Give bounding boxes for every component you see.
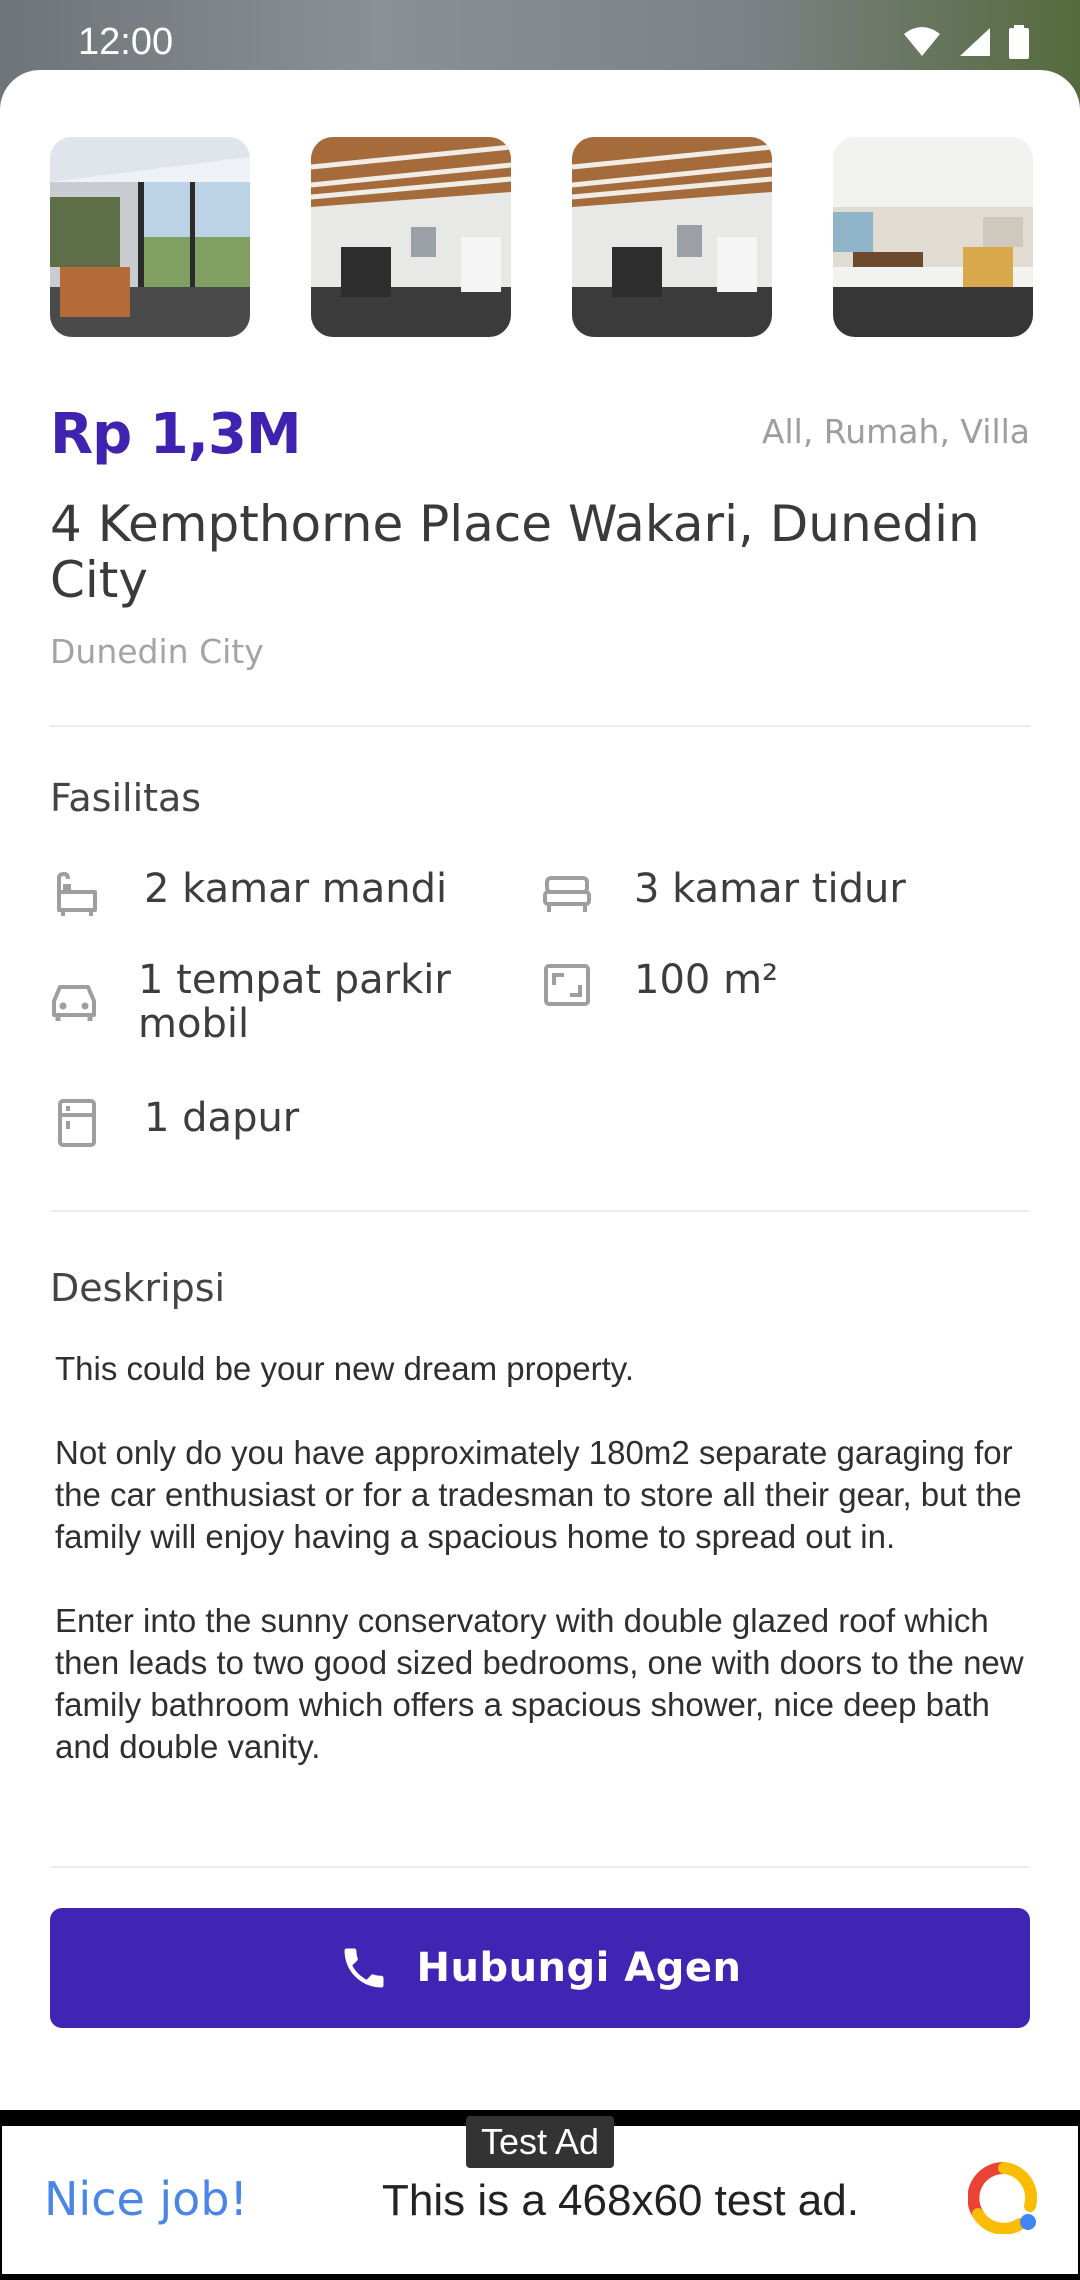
status-bar: 12:00 <box>0 0 1080 84</box>
facility-label: 3 kamar tidur <box>634 866 906 912</box>
divider <box>50 1210 1030 1212</box>
bed-icon <box>540 867 594 921</box>
kitchen-dining-photo <box>833 137 1033 337</box>
description-text: This could be your new dream property. N… <box>55 1348 1035 1810</box>
listing-price: Rp 1,3M <box>50 402 302 467</box>
description-paragraph: Not only do you have approximately 180m2… <box>55 1434 1022 1555</box>
wifi-icon <box>904 27 940 56</box>
description-heading: Deskripsi <box>50 1266 226 1310</box>
property-detail-sheet: Rp 1,3M All, Rumah, Villa 4 Kempthorne P… <box>0 70 1080 2110</box>
status-time: 12:00 <box>78 20 174 63</box>
description-paragraph: Enter into the sunny conservatory with d… <box>55 1602 1024 1765</box>
contact-agent-button[interactable]: Hubungi Agen <box>50 1908 1030 2028</box>
facility-item: 100 m² <box>540 958 1030 1012</box>
gallery-thumbnail[interactable] <box>833 137 1033 337</box>
kitchen-icon <box>50 1096 104 1150</box>
description-paragraph: This could be your new dream property. <box>55 1350 634 1387</box>
facility-label: 1 dapur <box>144 1095 300 1141</box>
listing-title: 4 Kempthorne Place Wakari, Dunedin City <box>50 495 980 609</box>
divider <box>50 725 1030 727</box>
gallery-thumbnail[interactable] <box>572 137 772 337</box>
ad-text: This is a 468x60 test ad. <box>382 2176 859 2225</box>
test-ad-label: Test Ad <box>466 2116 614 2168</box>
divider <box>50 1866 1030 1868</box>
battery-icon <box>1009 25 1029 59</box>
facility-item: 1 tempat parkir mobil <box>50 958 480 1046</box>
listing-tags: All, Rumah, Villa <box>761 412 1030 451</box>
facility-item: 3 kamar tidur <box>540 867 1030 921</box>
living-room-photo <box>572 137 772 337</box>
photo-gallery[interactable] <box>50 137 1033 337</box>
area-icon <box>540 958 594 1012</box>
status-icons <box>902 25 1030 59</box>
bathtub-icon <box>50 867 104 921</box>
living-room-photo <box>311 137 511 337</box>
phone-icon <box>344 1948 384 1988</box>
facility-label: 100 m² <box>634 957 779 1003</box>
listing-city: Dunedin City <box>50 632 264 671</box>
facility-item: 2 kamar mandi <box>50 867 540 921</box>
signal-icon <box>960 28 990 56</box>
gallery-thumbnail[interactable] <box>50 137 250 337</box>
ad-logo-icon <box>968 2162 1038 2234</box>
ad-headline[interactable]: Nice job! <box>44 2172 248 2226</box>
gallery-thumbnail[interactable] <box>311 137 511 337</box>
conservatory-photo <box>50 137 250 337</box>
contact-agent-label: Hubungi Agen <box>416 1945 742 1991</box>
facilities-heading: Fasilitas <box>50 776 202 820</box>
facility-item: 1 dapur <box>50 1096 540 1150</box>
facility-label: 1 tempat parkir mobil <box>138 957 451 1047</box>
car-icon <box>50 974 98 1028</box>
facility-label: 2 kamar mandi <box>144 866 448 912</box>
